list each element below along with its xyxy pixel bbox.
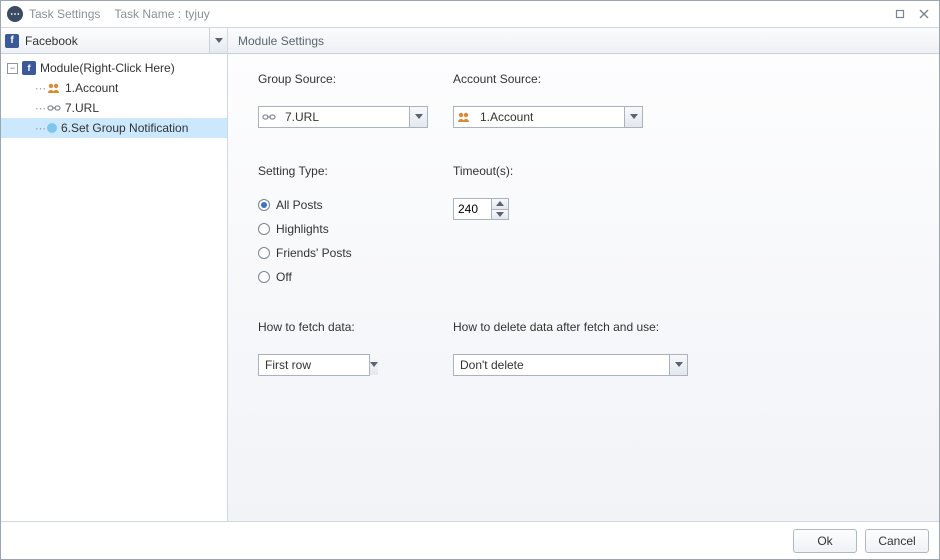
timeout-spinner[interactable] xyxy=(453,198,509,220)
titlebar: ⋯ Task Settings Task Name : tyjuy xyxy=(1,1,939,27)
tree-item-label: 1.Account xyxy=(65,81,118,95)
tree-connector-icon: ⋯ xyxy=(35,102,45,115)
tree-item-set-group-notification[interactable]: ⋯ 6.Set Group Notification xyxy=(1,118,227,138)
timeout-increment[interactable] xyxy=(492,199,508,210)
delete-after-label: How to delete data after fetch and use: xyxy=(453,320,713,334)
timeout-input[interactable] xyxy=(453,198,491,220)
account-source-label: Account Source: xyxy=(453,72,648,86)
setting-type-radio-group: All Posts Highlights Friends' Posts xyxy=(258,198,453,284)
delete-after-selector[interactable]: Don't delete xyxy=(453,354,688,376)
tree-item-account[interactable]: ⋯ 1.Account xyxy=(1,78,227,98)
sidebar-platform-combo[interactable]: f Facebook xyxy=(1,28,209,53)
tree-root-label: Module(Right-Click Here) xyxy=(40,61,175,75)
delete-after-value: Don't delete xyxy=(454,355,669,375)
facebook-icon: f xyxy=(5,34,19,48)
window-close-button[interactable] xyxy=(915,5,933,23)
radio-indicator xyxy=(258,199,270,211)
tree-root[interactable]: − f Module(Right-Click Here) xyxy=(1,58,227,78)
radio-indicator xyxy=(258,223,270,235)
sidebar-platform-selector[interactable]: f Facebook xyxy=(1,28,227,54)
titlebar-title: Task Settings xyxy=(29,7,100,21)
footer: Ok Cancel xyxy=(1,521,939,559)
timeout-decrement[interactable] xyxy=(492,210,508,220)
fetch-label: How to fetch data: xyxy=(258,320,453,334)
group-source-selector[interactable]: 7.URL xyxy=(258,106,428,128)
tree-item-url[interactable]: ⋯ 7.URL xyxy=(1,98,227,118)
cancel-button[interactable]: Cancel xyxy=(865,529,929,553)
group-source-value: 7.URL xyxy=(279,107,409,127)
radio-indicator xyxy=(258,271,270,283)
body: f Facebook − f Module(Right-Click Here) … xyxy=(1,27,939,521)
link-icon xyxy=(47,101,61,115)
account-icon xyxy=(47,81,61,95)
radio-indicator xyxy=(258,247,270,259)
setting-type-label: Setting Type: xyxy=(258,164,453,178)
task-settings-window: ⋯ Task Settings Task Name : tyjuy f Face… xyxy=(0,0,940,560)
radio-label: Friends' Posts xyxy=(276,246,352,260)
delete-after-dropdown-button[interactable] xyxy=(669,355,687,375)
sidebar-platform-dropdown-button[interactable] xyxy=(209,28,227,53)
tree-expand-toggle[interactable]: − xyxy=(7,63,18,74)
radio-label: All Posts xyxy=(276,198,323,212)
main-header-title: Module Settings xyxy=(238,34,324,48)
fetch-dropdown-button[interactable] xyxy=(369,355,378,375)
titlebar-task-label: Task Name : xyxy=(114,7,181,21)
radio-all-posts[interactable]: All Posts xyxy=(258,198,453,212)
app-icon: ⋯ xyxy=(7,6,23,22)
main-panel: Module Settings Group Source: Account So… xyxy=(228,28,939,521)
titlebar-task-name: tyjuy xyxy=(185,7,210,21)
radio-label: Off xyxy=(276,270,292,284)
tree-connector-icon: ⋯ xyxy=(35,122,45,135)
radio-label: Highlights xyxy=(276,222,329,236)
tree-item-label: 6.Set Group Notification xyxy=(61,121,188,135)
module-dot-icon xyxy=(47,123,57,133)
main-header: Module Settings xyxy=(228,28,939,54)
account-source-dropdown-button[interactable] xyxy=(624,107,642,127)
group-source-dropdown-button[interactable] xyxy=(409,107,427,127)
tree-item-label: 7.URL xyxy=(65,101,99,115)
fetch-value: First row xyxy=(259,355,369,375)
account-icon xyxy=(454,107,474,127)
main-content: Group Source: Account Source: 7.URL xyxy=(228,54,939,521)
link-icon xyxy=(259,107,279,127)
facebook-icon: f xyxy=(22,61,36,75)
fetch-selector[interactable]: First row xyxy=(258,354,370,376)
account-source-selector[interactable]: 1.Account xyxy=(453,106,643,128)
tree-connector-icon: ⋯ xyxy=(35,82,45,95)
ok-button[interactable]: Ok xyxy=(793,529,857,553)
window-restore-button[interactable] xyxy=(891,5,909,23)
account-source-value: 1.Account xyxy=(474,107,624,127)
radio-friends-posts[interactable]: Friends' Posts xyxy=(258,246,453,260)
group-source-label: Group Source: xyxy=(258,72,453,86)
radio-highlights[interactable]: Highlights xyxy=(258,222,453,236)
module-tree: − f Module(Right-Click Here) ⋯ 1.Account… xyxy=(1,54,227,521)
timeout-label: Timeout(s): xyxy=(453,164,648,178)
sidebar-platform-label: Facebook xyxy=(25,34,78,48)
sidebar: f Facebook − f Module(Right-Click Here) … xyxy=(1,28,228,521)
radio-off[interactable]: Off xyxy=(258,270,453,284)
